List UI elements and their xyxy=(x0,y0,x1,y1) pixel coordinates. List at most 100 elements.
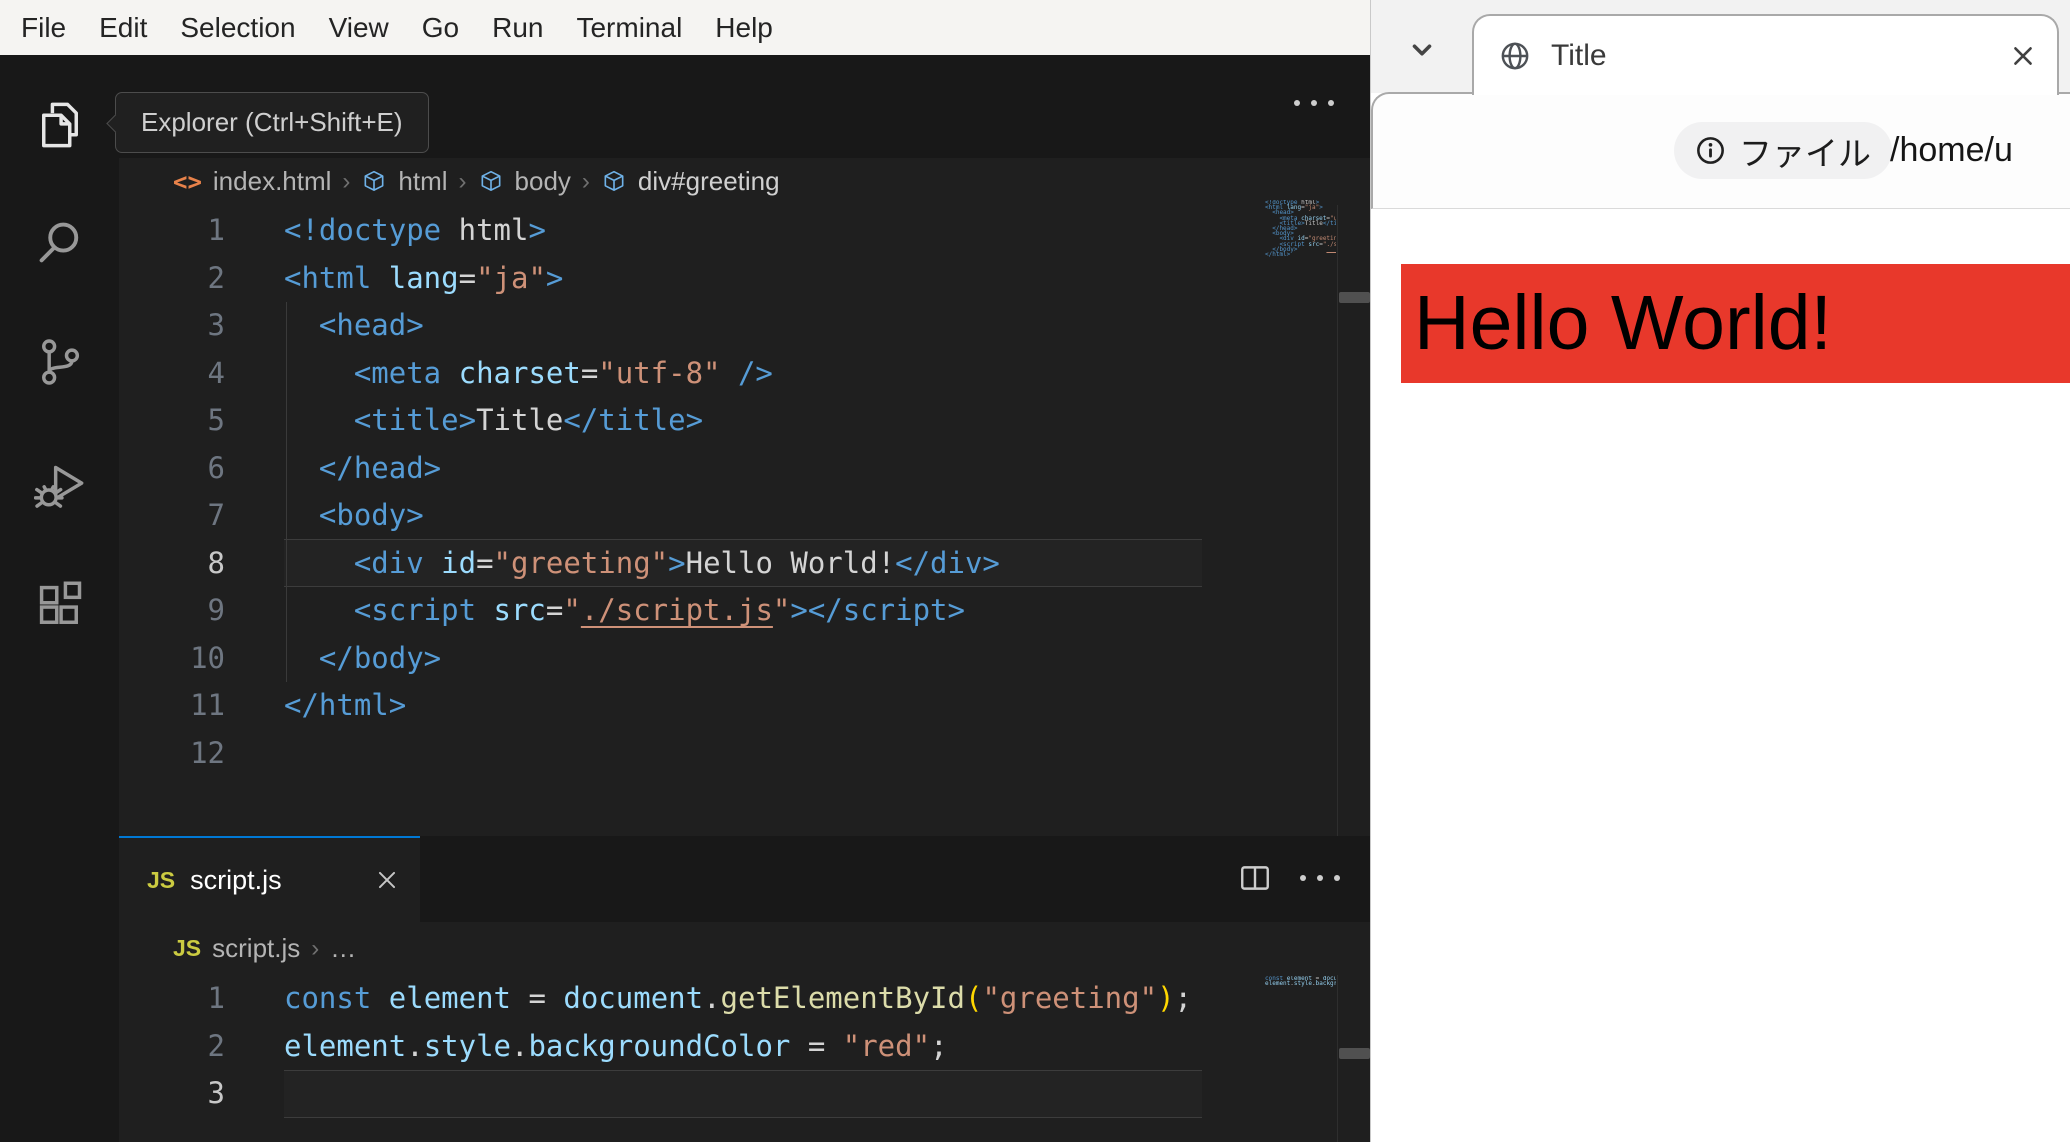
menu-item-selection[interactable]: Selection xyxy=(180,12,295,44)
files-icon xyxy=(41,102,78,148)
code-line[interactable]: 10 </body> xyxy=(119,635,1337,683)
browser-tab-title: Title xyxy=(1551,38,1607,72)
tab-search-button[interactable] xyxy=(1397,28,1447,72)
panel-more-actions-button[interactable] xyxy=(1300,875,1340,881)
menu-item-file[interactable]: File xyxy=(21,12,66,44)
breadcrumb-item-more[interactable]: … xyxy=(330,933,356,964)
menu-item-edit[interactable]: Edit xyxy=(99,12,147,44)
scrollbar-thumb[interactable] xyxy=(1339,1048,1370,1059)
html-file-icon: <> xyxy=(173,167,202,196)
greeting-heading: Hello World! xyxy=(1414,280,1832,366)
code-line[interactable]: 8 <div id="greeting">Hello World!</div> xyxy=(119,540,1337,588)
line-number: 6 xyxy=(207,450,225,485)
activity-bar xyxy=(0,55,119,1142)
editor-more-actions-button[interactable] xyxy=(1294,100,1334,106)
code-line[interactable]: 3 <head> xyxy=(119,302,1337,350)
activity-extensions-button[interactable] xyxy=(0,556,119,656)
menu-item-terminal[interactable]: Terminal xyxy=(576,12,682,44)
minimap[interactable]: const element = document.getElementById(… xyxy=(1206,976,1336,1000)
split-editor-icon xyxy=(1241,866,1269,890)
panel-tab-bar: JS script.js xyxy=(119,836,1370,922)
code-line[interactable]: 1 <!doctype html> xyxy=(119,207,1337,255)
chip-label: ファイル xyxy=(1739,134,1871,172)
code-line[interactable]: 12 xyxy=(119,730,1337,778)
line-number: 1 xyxy=(207,981,225,1015)
code-line[interactable]: 2 <html lang="ja"> xyxy=(119,255,1337,303)
code-line[interactable]: 1 const element = document.getElementById… xyxy=(119,975,1337,1023)
code-editor-js[interactable]: 1 const element = document.getElementById… xyxy=(119,975,1337,1142)
breadcrumb-separator: › xyxy=(581,167,590,195)
line-number: 4 xyxy=(207,355,225,390)
menu-item-run[interactable]: Run xyxy=(492,12,543,44)
code-line[interactable]: 9 <script src="./script.js"></script> xyxy=(119,587,1337,635)
line-number: 12 xyxy=(190,735,225,770)
breadcrumb-separator: › xyxy=(342,167,351,195)
browser-page: Hello World! xyxy=(1371,210,2070,1142)
symbol-cube-icon xyxy=(364,170,384,191)
globe-icon xyxy=(1501,42,1529,69)
code-editor-html[interactable]: 1 <!doctype html> 2 <html lang="ja"> 3 <head… xyxy=(119,205,1337,836)
js-icon: JS xyxy=(173,935,202,961)
code-line[interactable]: 11 </html> xyxy=(119,682,1337,730)
browser-tab[interactable]: Title xyxy=(1472,14,2059,95)
close-icon[interactable] xyxy=(374,867,400,893)
close-icon[interactable] xyxy=(2009,42,2037,70)
line-number: 3 xyxy=(207,1076,225,1110)
activity-source-control-button[interactable] xyxy=(0,312,119,412)
line-number: 1 xyxy=(207,213,225,247)
site-info-chip[interactable]: ファイル xyxy=(1674,122,1892,179)
breadcrumb-js: JS script.js › … xyxy=(119,922,1370,975)
greeting-banner: Hello World! xyxy=(1401,264,2070,383)
activity-run-debug-button[interactable] xyxy=(0,437,119,537)
menu-item-help[interactable]: Help xyxy=(715,12,773,44)
scrollbar-track xyxy=(1337,975,1338,1142)
breadcrumb-item-body[interactable]: body xyxy=(515,166,571,197)
breadcrumb-separator: › xyxy=(311,934,320,962)
breadcrumb-item-html[interactable]: html xyxy=(398,166,447,197)
activity-search-button[interactable] xyxy=(0,193,119,293)
menu-item-go[interactable]: Go xyxy=(422,12,459,44)
address-url[interactable]: /home/u xyxy=(1890,92,2013,209)
symbol-cube-icon xyxy=(481,170,501,191)
tab-script-js[interactable]: JS script.js xyxy=(119,836,420,922)
activity-explorer-button[interactable] xyxy=(0,75,119,175)
browser-window: Title ファイル /home/u Hello World! xyxy=(1370,0,2070,1142)
chevron-down-icon xyxy=(1412,44,1432,56)
tab-label: script.js xyxy=(190,864,282,895)
code-line[interactable]: 7 <body> xyxy=(119,492,1337,540)
breadcrumb-item-file[interactable]: index.html xyxy=(213,166,332,197)
code-line[interactable]: 5 <title>Title</title> xyxy=(119,397,1337,445)
breadcrumb-item-file[interactable]: script.js xyxy=(212,933,300,964)
extensions-icon xyxy=(39,581,81,624)
source-control-icon xyxy=(41,339,79,385)
line-number: 2 xyxy=(207,1028,225,1063)
code-line[interactable]: 2 element.style.backgroundColor = "red"; xyxy=(119,1023,1337,1071)
code-line[interactable]: 6 </head> xyxy=(119,445,1337,493)
search-icon xyxy=(39,222,78,263)
line-number: 11 xyxy=(190,688,225,722)
js-icon: JS xyxy=(147,866,176,893)
line-number: 7 xyxy=(207,498,225,532)
line-number: 9 xyxy=(207,593,225,627)
line-number: 3 xyxy=(207,308,225,342)
line-number: 5 xyxy=(207,403,225,437)
symbol-cube-icon xyxy=(604,170,624,191)
code-line[interactable]: 4 <meta charset="utf-8" /> xyxy=(119,350,1337,398)
breadcrumb-item-div-greeting[interactable]: div#greeting xyxy=(638,166,780,197)
scrollbar-track xyxy=(1337,205,1338,836)
minimap[interactable]: <!doctype html> <html lang="ja"> <head> <… xyxy=(1206,200,1336,260)
explorer-tooltip: Explorer (Ctrl+Shift+E) xyxy=(115,92,429,153)
browser-tab-strip: Title xyxy=(1371,0,2070,95)
code-line[interactable]: 3 xyxy=(119,1070,1337,1118)
breadcrumb-separator: › xyxy=(458,167,467,195)
info-icon xyxy=(1697,137,1724,164)
menu-bar: File Edit Selection View Go Run Terminal… xyxy=(0,0,1370,55)
line-number: 2 xyxy=(207,260,225,295)
line-number: 10 xyxy=(190,640,225,675)
scrollbar-thumb[interactable] xyxy=(1339,292,1370,303)
line-number: 8 xyxy=(207,545,225,580)
menu-item-view[interactable]: View xyxy=(329,12,389,44)
tooltip-text: Explorer (Ctrl+Shift+E) xyxy=(141,107,403,137)
breadcrumb: <> index.html › html › body › div#greeti… xyxy=(119,158,1370,205)
split-editor-button[interactable] xyxy=(1238,861,1272,894)
